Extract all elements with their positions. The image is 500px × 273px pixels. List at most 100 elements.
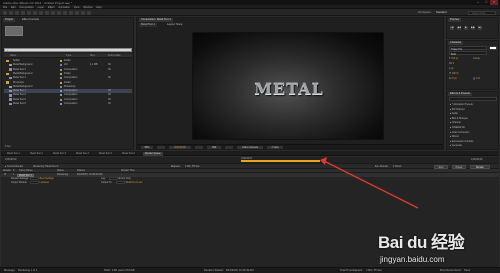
region-of-interest-icon[interactable] xyxy=(225,146,233,149)
font-size-field[interactable]: T 150 px xyxy=(449,57,458,61)
brush-tool-icon[interactable] xyxy=(63,10,67,15)
log-select[interactable]: Errors Only xyxy=(108,177,131,181)
rotate-tool-icon[interactable] xyxy=(27,10,31,15)
play-icon[interactable]: ▶ xyxy=(464,26,468,30)
label-color-swatch[interactable] xyxy=(60,103,62,105)
effects-category[interactable]: ▸ Blur & Sharpen xyxy=(450,117,468,121)
workspace-select[interactable]: Standard xyxy=(436,11,447,14)
col-status[interactable]: Status xyxy=(57,169,64,173)
column-name[interactable]: Name xyxy=(10,54,16,58)
tsume-field[interactable]: あ 0 % xyxy=(473,77,480,81)
label-color-swatch[interactable] xyxy=(60,64,62,67)
project-bpc[interactable]: 8 bpc xyxy=(5,145,11,148)
render-settings-value[interactable]: Best Settings xyxy=(29,177,54,181)
effects-category[interactable]: ▸ 3D Channel xyxy=(450,108,465,112)
resolution-select[interactable]: Half xyxy=(207,146,221,149)
effects-category[interactable]: ▸ Generate xyxy=(450,144,462,148)
mask-tool-icon[interactable] xyxy=(45,10,49,15)
camera-tool-icon[interactable] xyxy=(33,10,37,15)
column-size[interactable]: Size xyxy=(90,54,95,58)
home-tool-icon[interactable] xyxy=(3,10,7,15)
effects-category[interactable]: ▸ Audio xyxy=(450,112,458,116)
tab-composition[interactable]: Composition: Metal Text 1 xyxy=(139,18,173,22)
output-module-value[interactable]: Lossless xyxy=(29,181,49,185)
tab-character[interactable]: Character xyxy=(448,41,464,45)
zoom-select[interactable]: 50% xyxy=(141,146,153,149)
render-queue-item[interactable]: ☑ 1 Metal Text 1 Rendering 6/10/2015, 10… xyxy=(1,173,499,177)
zoom-tool-icon[interactable] xyxy=(21,10,25,15)
leading-field[interactable]: A Auto xyxy=(473,57,480,61)
col-render-time[interactable]: Render Time xyxy=(121,169,135,173)
timeline-tab[interactable]: Metal Text 3 xyxy=(51,152,68,156)
watermark-url: jingyan.baidu.com xyxy=(380,255,445,264)
timeline-tab[interactable]: Metal Text 6 xyxy=(120,152,137,156)
label-color-swatch[interactable] xyxy=(60,85,62,88)
tab-preview[interactable]: Preview xyxy=(448,18,462,22)
label-color-swatch[interactable] xyxy=(60,60,62,62)
selection-tool-icon[interactable] xyxy=(9,10,13,15)
render-checkbox[interactable]: ☑ xyxy=(4,173,6,177)
puppet-tool-icon[interactable] xyxy=(87,10,91,15)
effects-category[interactable]: ▸ CINEMA 4D xyxy=(450,126,465,130)
label-color-swatch[interactable] xyxy=(60,77,62,80)
col-render[interactable]: Render xyxy=(3,169,11,173)
effects-category[interactable]: ▸ Distort xyxy=(450,135,459,139)
column-type[interactable]: Type xyxy=(66,54,71,58)
effects-category[interactable]: ▸ Expression Controls xyxy=(450,140,473,144)
effects-category[interactable]: ▸ * Animation Presets xyxy=(450,103,473,107)
roto-tool-icon[interactable] xyxy=(81,10,85,15)
label-color-swatch[interactable] xyxy=(60,90,62,93)
project-search-input[interactable]: ⌕ xyxy=(4,48,132,52)
label-color-swatch[interactable] xyxy=(60,81,62,84)
type-tool-icon[interactable] xyxy=(57,10,61,15)
clone-tool-icon[interactable] xyxy=(69,10,73,15)
view-select[interactable]: Active Camera xyxy=(237,146,263,149)
timeline-tab[interactable]: Metal Text 2 xyxy=(28,152,45,156)
first-frame-icon[interactable]: |◀ xyxy=(450,26,454,30)
pan-behind-tool-icon[interactable] xyxy=(39,10,43,15)
timeline-tab[interactable]: Metal Text 4 xyxy=(74,152,91,156)
effects-category[interactable]: ▸ Channel xyxy=(450,121,461,125)
snapshot-icon[interactable] xyxy=(195,146,203,149)
output-to-value[interactable]: Metal Text 1.avi xyxy=(115,181,142,185)
tab-effects-presets[interactable]: Effects & Presets xyxy=(448,92,472,96)
views-layout-select[interactable]: 1 View xyxy=(267,146,283,149)
effects-search-input[interactable] xyxy=(449,97,497,101)
last-frame-icon[interactable]: ▶| xyxy=(478,26,482,30)
timeline-tab[interactable]: Render Queue xyxy=(143,151,163,156)
label-color-swatch[interactable] xyxy=(60,98,62,101)
col-started[interactable]: Started xyxy=(77,169,85,173)
hand-tool-icon[interactable] xyxy=(15,10,19,15)
composition-canvas[interactable]: METAL xyxy=(192,32,384,140)
fill-color-swatch[interactable] xyxy=(489,46,497,50)
timeline-tab[interactable]: Metal Text 1 xyxy=(5,152,22,156)
font-style-select[interactable]: Bold xyxy=(449,51,487,56)
help-search-input[interactable]: Search Help xyxy=(468,10,496,15)
label-color-swatch[interactable] xyxy=(60,94,62,97)
effects-category[interactable]: ▸ Color Correction xyxy=(450,131,469,135)
tab-effect-controls[interactable]: Effect Controls xyxy=(20,18,41,22)
next-frame-icon[interactable]: ▶▶ xyxy=(471,26,475,30)
pen-tool-icon[interactable] xyxy=(51,10,55,15)
col-number[interactable]: # xyxy=(13,169,14,173)
grid-icon[interactable] xyxy=(157,146,165,149)
tab-project[interactable]: Project xyxy=(3,18,16,22)
project-item-row[interactable]: Metal Text 6 Composition 30 xyxy=(4,102,132,106)
label-color-swatch[interactable] xyxy=(60,72,62,75)
timeline-tab[interactable]: Metal Text 5 xyxy=(97,152,114,156)
tab-layout[interactable]: Layout: None xyxy=(165,23,184,27)
comp-icon xyxy=(9,76,12,80)
timecode-display[interactable]: 0;00;00;00 xyxy=(169,146,191,149)
column-frame-rate[interactable]: Frame Rate xyxy=(108,54,121,58)
vertical-scale-field[interactable]: IT 100 % xyxy=(449,72,459,76)
tab-comp-metal-text-1[interactable]: Metal Text 1 xyxy=(139,23,157,27)
label-color-swatch[interactable] xyxy=(60,68,62,71)
previous-frame-icon[interactable]: ◀◀ xyxy=(457,26,461,30)
stroke-unit-field[interactable]: ≡ px xyxy=(449,67,454,71)
col-comp-name[interactable]: Comp Name xyxy=(19,169,32,173)
baseline-shift-field[interactable]: Aª 0 px xyxy=(449,77,457,81)
font-family-select[interactable]: Trajan Pro xyxy=(449,46,487,51)
tracking-field[interactable]: AV 0 xyxy=(449,62,454,66)
eraser-tool-icon[interactable] xyxy=(75,10,79,15)
current-render-toggle[interactable]: ▸ Current Render xyxy=(5,165,23,169)
